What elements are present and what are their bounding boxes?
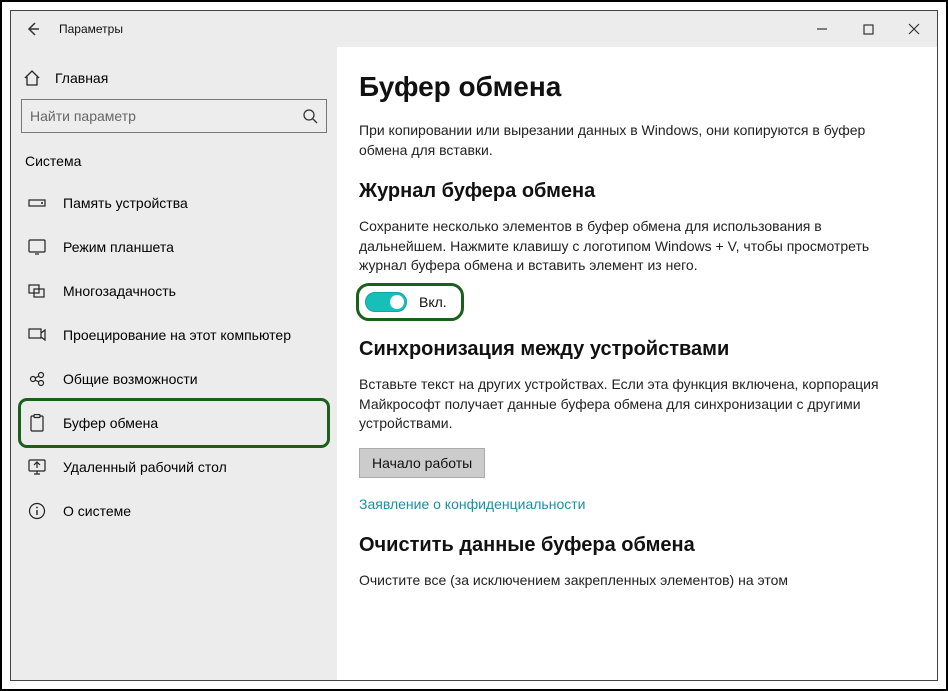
history-toggle-label: Вкл. — [419, 294, 447, 310]
titlebar: Параметры — [11, 11, 937, 47]
toggle-knob — [390, 295, 404, 309]
privacy-link[interactable]: Заявление о конфиденциальности — [359, 496, 585, 512]
home-icon — [23, 69, 41, 87]
history-text: Сохраните несколько элементов в буфер об… — [359, 217, 879, 276]
storage-icon — [28, 196, 46, 210]
remote-icon — [28, 459, 46, 475]
sync-text: Вставьте текст на других устройствах. Ес… — [359, 375, 879, 434]
home-label: Главная — [55, 70, 108, 86]
sidebar-item-label: Проецирование на этот компьютер — [63, 327, 291, 343]
history-heading: Журнал буфера обмена — [359, 180, 905, 203]
toggle-highlight: Вкл. — [359, 286, 461, 318]
get-started-button[interactable]: Начало работы — [359, 448, 485, 478]
sidebar-item-label: Режим планшета — [63, 239, 174, 255]
search-icon — [302, 108, 318, 124]
home-link[interactable]: Главная — [21, 65, 327, 99]
sidebar-item-tablet[interactable]: Режим планшета — [21, 225, 327, 269]
sync-heading: Синхронизация между устройствами — [359, 338, 905, 361]
section-label: Система — [25, 153, 327, 169]
sidebar-item-label: Память устройства — [63, 195, 188, 211]
shared-icon — [28, 371, 46, 387]
screenshot-frame: Параметры Главная Система — [0, 0, 948, 691]
history-toggle[interactable] — [365, 292, 407, 312]
maximize-icon — [863, 24, 874, 35]
close-icon — [908, 23, 920, 35]
history-toggle-row: Вкл. — [359, 286, 905, 318]
minimize-icon — [816, 23, 828, 35]
sidebar-item-label: Общие возможности — [63, 371, 198, 387]
arrow-left-icon — [25, 21, 41, 37]
sidebar-item-clipboard[interactable]: Буфер обмена — [21, 401, 327, 445]
maximize-button[interactable] — [845, 11, 891, 47]
about-icon — [28, 502, 46, 520]
minimize-button[interactable] — [799, 11, 845, 47]
sidebar-item-projecting[interactable]: Проецирование на этот компьютер — [21, 313, 327, 357]
tablet-icon — [28, 239, 46, 255]
sidebar-item-label: Буфер обмена — [63, 415, 158, 431]
project-icon — [28, 328, 46, 342]
window-title: Параметры — [59, 22, 123, 36]
sidebar-item-about[interactable]: О системе — [21, 489, 327, 533]
nav-list: Память устройства Режим планшета Многоза… — [21, 181, 327, 533]
clear-text: Очистите все (за исключением закрепленны… — [359, 571, 879, 591]
sidebar-item-remote[interactable]: Удаленный рабочий стол — [21, 445, 327, 489]
sidebar-item-label: Многозадачность — [63, 283, 176, 299]
sidebar: Главная Система Память устройства Режим … — [11, 47, 337, 680]
search-box[interactable] — [21, 99, 327, 133]
clear-heading: Очистить данные буфера обмена — [359, 534, 905, 557]
sidebar-item-label: Удаленный рабочий стол — [63, 459, 227, 475]
page-heading: Буфер обмена — [359, 71, 905, 103]
intro-text: При копировании или вырезании данных в W… — [359, 121, 879, 160]
window-controls — [799, 11, 937, 47]
settings-window: Параметры Главная Система — [10, 10, 938, 681]
window-body: Главная Система Память устройства Режим … — [11, 47, 937, 680]
content-pane: Буфер обмена При копировании или вырезан… — [337, 47, 937, 680]
sidebar-item-label: О системе — [63, 503, 131, 519]
multitask-icon — [28, 284, 46, 298]
search-input[interactable] — [30, 108, 302, 124]
back-button[interactable] — [11, 11, 55, 47]
clipboard-icon — [29, 414, 45, 432]
sidebar-item-multitasking[interactable]: Многозадачность — [21, 269, 327, 313]
sidebar-item-shared[interactable]: Общие возможности — [21, 357, 327, 401]
close-button[interactable] — [891, 11, 937, 47]
sidebar-item-storage[interactable]: Память устройства — [21, 181, 327, 225]
